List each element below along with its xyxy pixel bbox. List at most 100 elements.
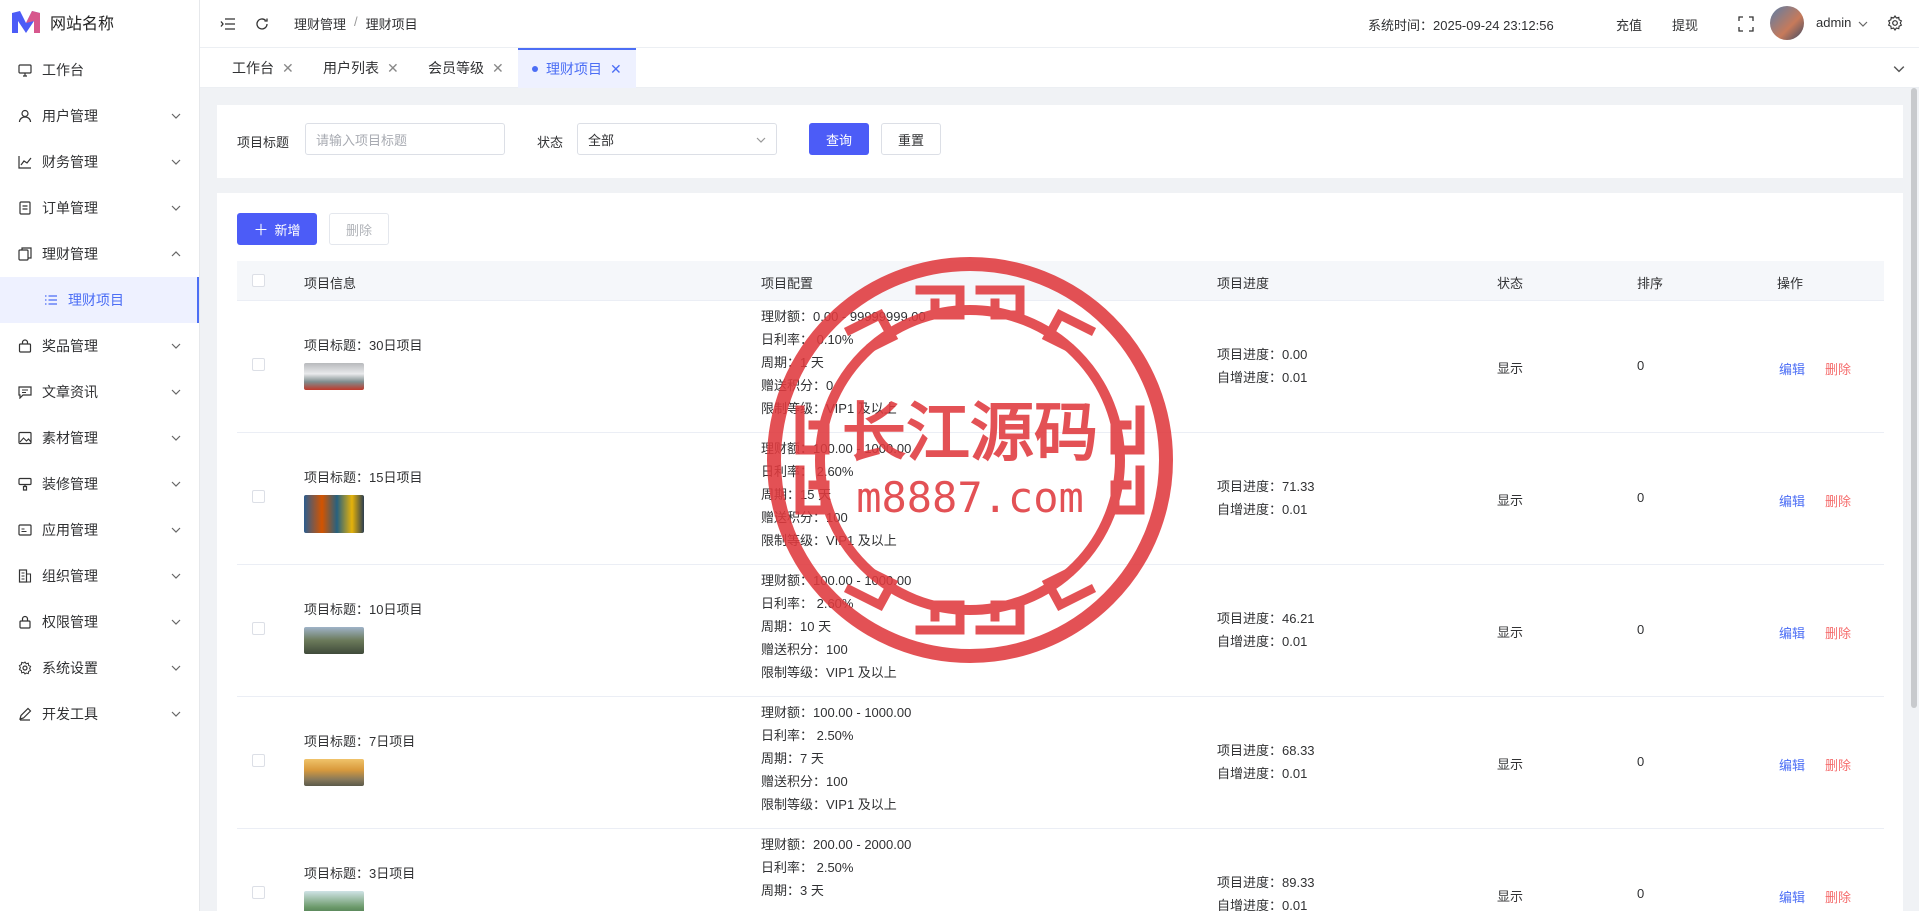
sidebar-item-devtools[interactable]: 开发工具 [0,691,199,737]
project-title: 项目标题：15日项目 [304,470,423,485]
config-level: 限制等级：VIP1 及以上 [761,533,897,548]
refresh-icon[interactable] [254,16,270,32]
close-icon[interactable]: ✕ [282,60,294,77]
sidebar-item-wealth[interactable]: 理财管理 [0,231,199,277]
avatar[interactable] [1770,6,1804,40]
edit-link[interactable]: 编辑 [1779,887,1805,906]
logo[interactable]: 网站名称 [0,0,199,44]
close-icon[interactable]: ✕ [492,60,504,77]
sidebar-item-permissions[interactable]: 权限管理 [0,599,199,645]
status-text: 显示 [1497,361,1524,376]
column-header: 项目信息 [304,276,357,291]
sidebar-subitem-wealth-projects[interactable]: 理财项目 [0,277,199,323]
sort-value: 0 [1637,622,1645,637]
project-config: 理财额：100.00 - 1000.00 日利率： 2.50% 周期：7 天 赠… [761,701,911,816]
withdraw-link[interactable]: 提现 [1672,15,1698,34]
sidebar-item-label: 订单管理 [42,200,98,216]
tab-wealth-projects[interactable]: 理财项目 ✕ [518,48,636,88]
edit-link[interactable]: 编辑 [1779,359,1805,378]
edit-link[interactable]: 编辑 [1779,755,1805,774]
sidebar-item-finance[interactable]: 财务管理 [0,139,199,185]
sidebar-item-organization[interactable]: 组织管理 [0,553,199,599]
fullscreen-icon[interactable] [1738,16,1754,32]
tab-workbench[interactable]: 工作台 ✕ [232,48,294,88]
config-period: 周期：15 天 [761,487,832,502]
config-period: 周期：3 天 [761,883,824,898]
table-row: 项目标题：15日项目 理财额：100.00 - 1000.00 日利率： 2.6… [237,433,1884,565]
sidebar-item-settings[interactable]: 系统设置 [0,645,199,691]
reset-button[interactable]: 重置 [881,123,941,155]
recharge-link[interactable]: 充值 [1616,15,1642,34]
chevron-down-icon [171,205,181,211]
row-checkbox[interactable] [252,886,265,899]
user-name[interactable]: admin [1816,15,1851,30]
sidebar-item-users[interactable]: 用户管理 [0,93,199,139]
chevron-down-icon [171,711,181,717]
sidebar-item-prizes[interactable]: 奖品管理 [0,323,199,369]
chart-icon [18,156,32,169]
sidebar-item-orders[interactable]: 订单管理 [0,185,199,231]
chevron-down-icon [171,481,181,487]
tab-user-list[interactable]: 用户列表 ✕ [323,48,399,88]
close-icon[interactable]: ✕ [610,61,622,78]
pen-icon [19,707,32,721]
delete-link[interactable]: 删除 [1825,755,1851,774]
column-header: 排序 [1637,276,1664,291]
delete-link[interactable]: 删除 [1825,887,1851,906]
title-input[interactable]: 请输入项目标题 [305,123,505,155]
chevron-down-icon[interactable] [1893,63,1905,75]
sidebar-item-label: 理财管理 [42,246,98,262]
menu-fold-icon[interactable] [220,16,236,32]
title-placeholder: 请输入项目标题 [316,132,408,148]
config-rate: 日利率： 2.50% [761,860,854,875]
sidebar-item-label: 装修管理 [42,476,98,492]
list-icon [45,295,57,305]
status-text: 显示 [1497,889,1524,904]
sidebar-item-label: 组织管理 [42,568,98,584]
chevron-down-icon [756,137,766,143]
plus-icon: ＋ [253,221,269,239]
row-checkbox[interactable] [252,490,265,503]
project-thumbnail [304,495,364,533]
edit-link[interactable]: 编辑 [1779,623,1805,642]
breadcrumb-item[interactable]: 理财管理 [294,14,346,33]
chevron-down-icon [171,435,181,441]
tab-member-level[interactable]: 会员等级 ✕ [428,48,504,88]
chevron-down-icon[interactable] [1858,19,1868,29]
progress-value: 项目进度：89.33 [1217,875,1315,890]
select-all-checkbox[interactable] [252,274,265,287]
add-button-label: 新增 [274,222,301,238]
sidebar-item-workbench[interactable]: 工作台 [0,47,199,93]
project-thumbnail [304,759,364,786]
auto-progress-value: 自增进度：0.01 [1217,898,1308,911]
query-button[interactable]: 查询 [809,123,869,155]
add-button[interactable]: ＋ 新增 [237,213,317,245]
project-config: 理财额：200.00 - 2000.00 日利率： 2.50% 周期：3 天 [761,833,911,902]
delete-link[interactable]: 删除 [1825,623,1851,642]
sidebar-item-articles[interactable]: 文章资讯 [0,369,199,415]
scrollbar[interactable] [1911,88,1917,708]
delete-link[interactable]: 删除 [1825,491,1851,510]
config-rate: 日利率： 2.60% [761,464,854,479]
project-progress: 项目进度：68.33 自增进度：0.01 [1217,739,1315,785]
sidebar-item-label: 工作台 [42,62,84,78]
gear-icon[interactable] [1887,15,1903,31]
config-amount: 理财额：200.00 - 2000.00 [761,837,912,852]
batch-delete-button[interactable]: 删除 [329,213,389,245]
delete-link[interactable]: 删除 [1825,359,1851,378]
close-icon[interactable]: ✕ [387,60,399,77]
progress-value: 项目进度：0.00 [1217,347,1308,362]
sidebar-item-materials[interactable]: 素材管理 [0,415,199,461]
row-checkbox[interactable] [252,622,265,635]
project-thumbnail [304,891,364,911]
sidebar-item-decoration[interactable]: 装修管理 [0,461,199,507]
chevron-up-icon [171,251,181,257]
sidebar-item-apps[interactable]: 应用管理 [0,507,199,553]
status-select[interactable]: 全部 [577,123,777,155]
sidebar-item-label: 开发工具 [42,706,98,722]
auto-progress-value: 自增进度：0.01 [1217,370,1308,385]
edit-link[interactable]: 编辑 [1779,491,1805,510]
tab-label: 会员等级 [428,60,484,76]
row-checkbox[interactable] [252,754,265,767]
row-checkbox[interactable] [252,358,265,371]
